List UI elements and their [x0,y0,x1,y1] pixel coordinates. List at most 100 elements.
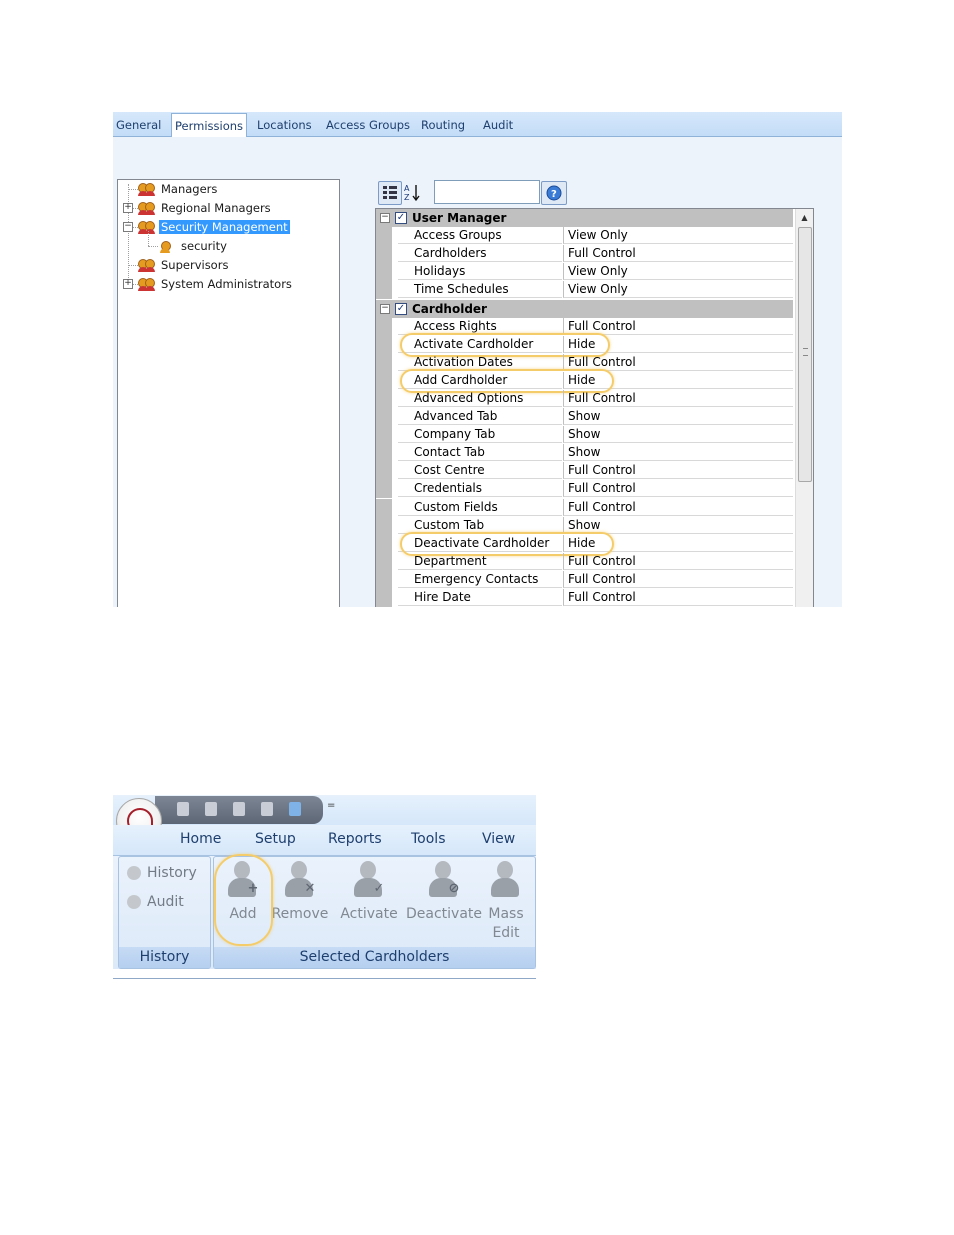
categorized-view-button[interactable] [378,181,402,205]
tree-node[interactable]: Security Management [138,218,290,236]
save-icon[interactable] [177,802,189,816]
menu-reports[interactable]: Reports [328,831,382,847]
collapse-icon[interactable]: − [380,213,390,223]
tab-access-groups[interactable]: Access Groups [323,115,413,136]
property-row[interactable]: Advanced Tab Show [376,408,793,426]
history-icon [127,866,141,880]
screen-icon[interactable] [289,802,301,816]
remove-cardholder-icon: ✕ [282,861,318,901]
property-value[interactable]: Show [563,408,793,425]
property-value[interactable]: Full Control [563,245,793,262]
property-search-input[interactable] [434,180,540,204]
property-name: Emergency Contacts [398,571,562,588]
property-row[interactable]: Custom Fields Full Control [376,499,793,517]
expand-icon[interactable]: + [123,203,133,213]
tab-routing[interactable]: Routing [418,115,468,136]
tab-general[interactable]: General [113,115,164,136]
role-tree[interactable]: Managers Regional Managers + Security Manag… [117,179,340,607]
customize-toolbar-dropdown[interactable]: = [327,800,335,811]
users-icon[interactable] [233,802,245,816]
property-row[interactable]: Credentials Full Control [376,480,793,498]
history-button[interactable]: History [127,865,197,881]
property-value[interactable]: View Only [563,281,793,298]
print-icon[interactable] [261,802,273,816]
category-checkbox[interactable]: ✓ [395,212,407,224]
property-value[interactable]: View Only [563,263,793,280]
remove-button[interactable]: ✕ Remove [270,861,330,924]
alphabetical-view-button[interactable]: A Z [402,181,426,203]
ribbon-screenshot: = Home Setup Reports Tools View History Audi… [113,795,536,979]
sort-az-icon: A Z [404,184,420,202]
audit-button[interactable]: Audit [127,894,184,910]
property-value[interactable]: Full Control [563,553,793,570]
selected-cardholders-caption: Selected Cardholders [214,947,535,968]
property-name: Credentials [398,480,562,497]
property-value[interactable]: View Only [563,227,793,244]
activate-button[interactable]: ✓ Activate [334,861,404,924]
menu-view[interactable]: View [482,831,515,847]
category-row[interactable]: − ✓ User Manager [376,209,793,227]
property-grid-scrollbar[interactable]: ▲ [795,209,813,607]
help-button[interactable]: ? [541,181,567,205]
tree-node[interactable]: security [158,237,229,255]
property-name: Department [398,553,562,570]
scroll-up-arrow-icon[interactable]: ▲ [796,209,813,226]
property-row[interactable]: Cardholders Full Control [376,245,793,263]
tree-node[interactable]: Supervisors [138,256,230,274]
user-group-icon [138,183,155,196]
property-row[interactable]: Access Groups View Only [376,227,793,245]
property-row[interactable]: Hire Date Full Control [376,589,793,607]
property-value[interactable]: Full Control [563,390,793,407]
property-value[interactable]: Full Control [563,480,793,497]
svg-text:A: A [404,184,410,193]
property-row[interactable]: Emergency Contacts Full Control [376,571,793,589]
user-group-icon [138,278,155,291]
copy-icon[interactable] [205,802,217,816]
user-group-icon [138,202,155,215]
menu-tools[interactable]: Tools [411,831,446,847]
property-row[interactable]: Advanced Options Full Control [376,390,793,408]
property-row[interactable]: Time Schedules View Only [376,281,793,299]
scroll-thumb[interactable] [798,227,812,482]
property-grid[interactable]: ▲ − ✓ User Manager Access Groups View Only Ca… [375,208,814,607]
tree-node-label: Managers [161,182,218,196]
collapse-icon[interactable]: − [123,222,133,232]
expand-icon[interactable]: + [123,279,133,289]
tree-node[interactable]: System Administrators [138,275,294,293]
mass-edit-button[interactable]: Mass Edit [486,861,526,943]
property-row[interactable]: Holidays View Only [376,263,793,281]
menu-home[interactable]: Home [180,831,221,847]
property-row[interactable]: Cost Centre Full Control [376,462,793,480]
property-row[interactable]: Company Tab Show [376,426,793,444]
permissions-screenshot: General Permissions Locations Access Groups… [113,112,842,607]
property-value[interactable]: Full Control [563,571,793,588]
tab-permissions[interactable]: Permissions [171,113,248,138]
property-value[interactable]: Show [563,426,793,443]
property-value[interactable]: Show [563,444,793,461]
deactivate-button[interactable]: ⊘ Deactivate [404,861,484,924]
tree-node[interactable]: Regional Managers [138,199,273,217]
property-name: Advanced Tab [398,408,562,425]
user-group-icon [138,221,155,234]
button-label: Mass Edit [488,906,524,941]
property-name: Hire Date [398,589,562,606]
mass-edit-icon [488,861,524,901]
menu-setup[interactable]: Setup [255,831,296,847]
property-value[interactable]: Full Control [563,589,793,606]
collapse-icon[interactable]: − [380,304,390,314]
property-value[interactable]: Full Control [563,462,793,479]
property-row[interactable]: Contact Tab Show [376,444,793,462]
category-row[interactable]: − ✓ Cardholder [376,300,793,318]
ribbon: History Audit History Selected Cardholde… [113,854,536,969]
property-row[interactable]: Department Full Control [376,553,793,571]
tree-node[interactable]: Managers [138,180,219,198]
category-checkbox[interactable]: ✓ [395,303,407,315]
tab-audit[interactable]: Audit [480,115,516,136]
property-name: Time Schedules [398,281,562,298]
tab-locations[interactable]: Locations [254,115,315,136]
property-name: Access Groups [398,227,562,244]
button-label: Activate [340,906,398,922]
property-name: Cost Centre [398,462,562,479]
button-label: Deactivate [405,906,482,922]
property-value[interactable]: Full Control [563,499,793,516]
